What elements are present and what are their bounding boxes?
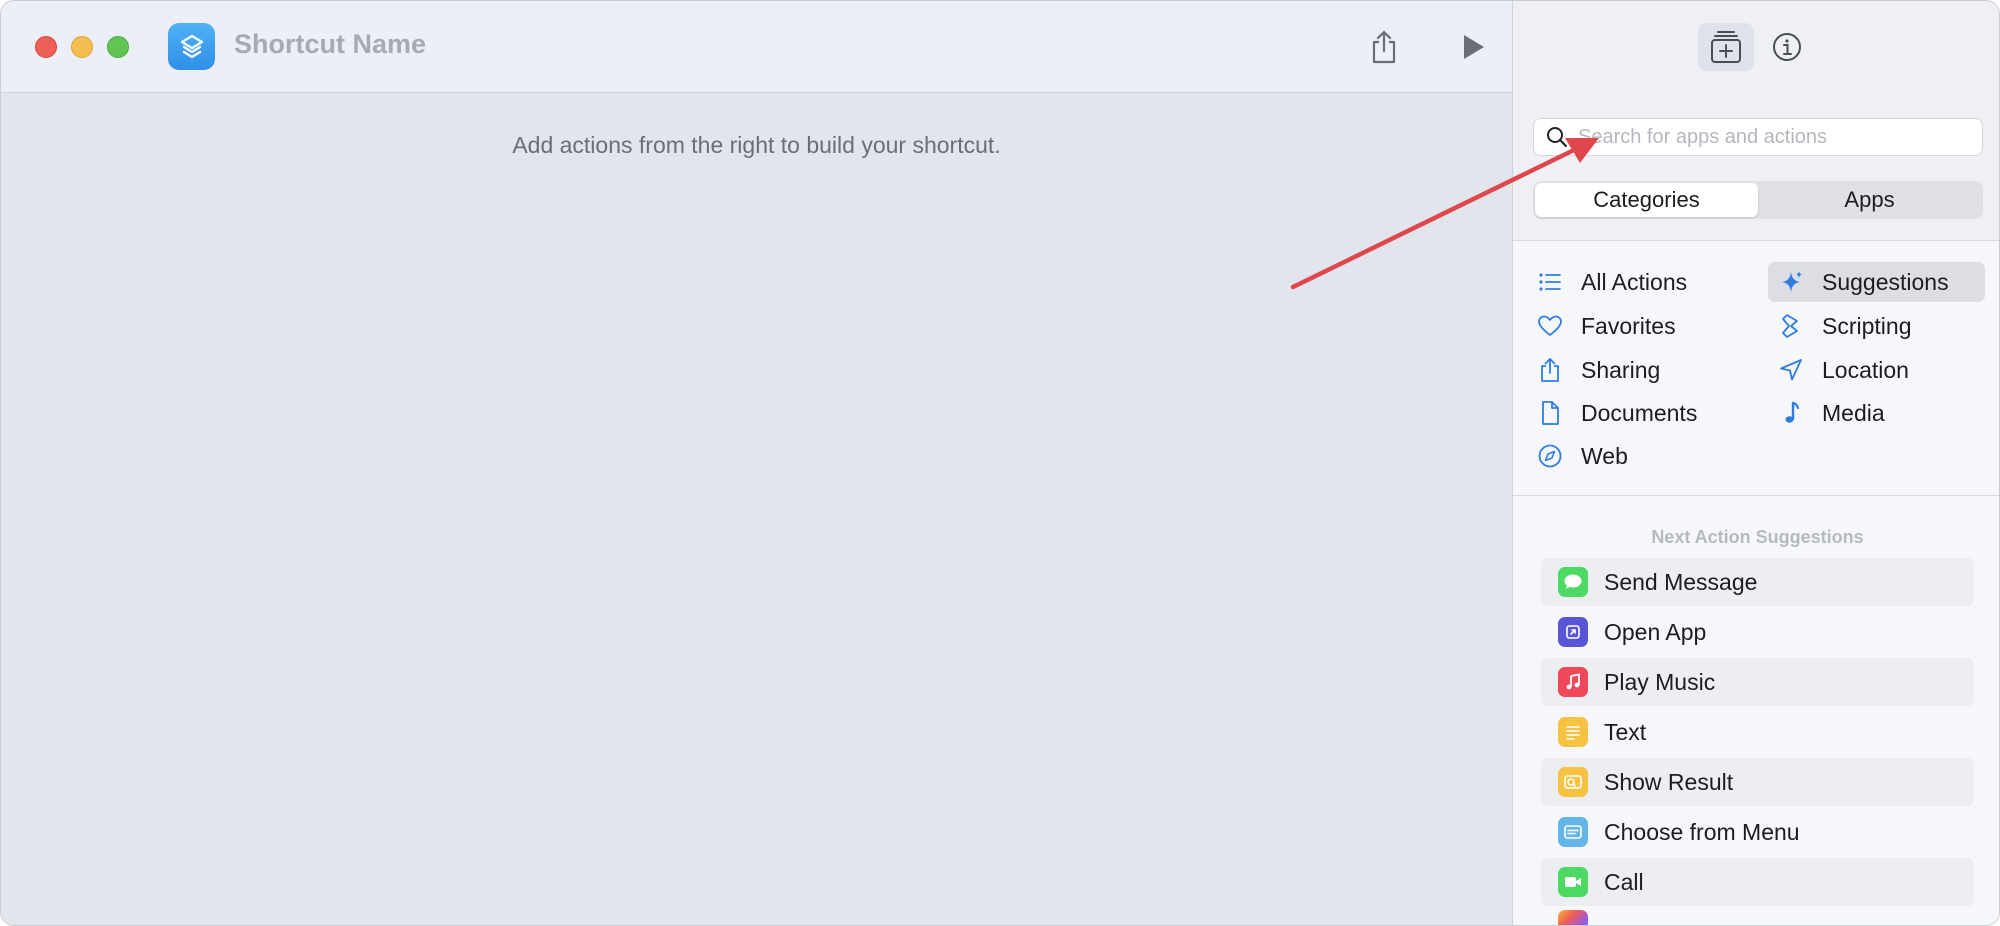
- category-scripting[interactable]: Scripting: [1768, 306, 1985, 346]
- info-icon: [1773, 33, 1801, 61]
- document-icon: [1542, 401, 1559, 425]
- suggestion-choose-from-menu[interactable]: Choose from Menu: [1541, 808, 1974, 856]
- titlebar: Shortcut Name: [1, 1, 1512, 93]
- run-button[interactable]: [1451, 25, 1495, 69]
- category-label: Favorites: [1581, 312, 1676, 339]
- suggestion-text[interactable]: Text: [1541, 708, 1974, 756]
- facetime-icon: [1558, 867, 1588, 897]
- search-field[interactable]: [1533, 118, 1983, 156]
- shortcuts-layers-icon: [180, 34, 203, 58]
- share-icon: [1372, 30, 1396, 64]
- suggestion-show-result[interactable]: Show Result: [1541, 758, 1974, 806]
- zoom-window-button[interactable]: [107, 36, 129, 58]
- suggestion-label: Open App: [1604, 618, 1707, 645]
- action-library-button[interactable]: [1698, 23, 1754, 71]
- suggestion-label: Call: [1604, 868, 1644, 895]
- segment-apps[interactable]: Apps: [1758, 183, 1981, 217]
- music-icon: [1558, 667, 1588, 697]
- share-button[interactable]: [1362, 25, 1406, 69]
- heart-icon: [1538, 315, 1562, 336]
- search-input[interactable]: [1578, 125, 1968, 149]
- sidebar-header: Categories Apps: [1513, 1, 1999, 241]
- sparkle-icon: [1782, 271, 1802, 292]
- suggestion-label: Send Message: [1604, 568, 1758, 595]
- action-library-icon: [1711, 31, 1741, 63]
- shortcut-icon[interactable]: [168, 23, 215, 70]
- category-label: All Actions: [1581, 268, 1688, 295]
- library-segmented-control: Categories Apps: [1533, 181, 1983, 219]
- minimize-window-button[interactable]: [71, 36, 93, 58]
- location-arrow-icon: [1780, 359, 1802, 381]
- shortcut-editor-canvas[interactable]: Add actions from the right to build your…: [1, 94, 1512, 925]
- show-result-icon: [1558, 767, 1588, 797]
- suggestions-header: Next Action Suggestions: [1651, 527, 1864, 547]
- category-label: Location: [1822, 356, 1909, 383]
- suggestion-send-message[interactable]: Send Message: [1541, 558, 1974, 606]
- category-media[interactable]: Media: [1768, 393, 1985, 433]
- shortcuts-window: Shortcut Name Add actions from the right…: [0, 0, 2000, 926]
- suggestion-label: Play Music: [1604, 668, 1716, 695]
- suggestion-label: Text: [1604, 718, 1647, 745]
- photos-icon: [1558, 910, 1588, 925]
- suggestion-label: Show Result: [1604, 768, 1734, 795]
- next-action-suggestions: Next Action Suggestions Send Message Ope…: [1513, 497, 1999, 925]
- messages-icon: [1558, 567, 1588, 597]
- text-icon: [1558, 717, 1588, 747]
- suggestion-next-partial[interactable]: [1541, 908, 1974, 925]
- category-label: Media: [1822, 399, 1885, 426]
- segment-categories[interactable]: Categories: [1535, 183, 1758, 217]
- category-label: Web: [1581, 442, 1628, 469]
- category-all-actions[interactable]: All Actions: [1527, 262, 1747, 302]
- category-label: Sharing: [1581, 356, 1661, 383]
- category-label: Documents: [1581, 399, 1698, 426]
- search-icon: [1547, 127, 1568, 148]
- menu-icon: [1558, 817, 1588, 847]
- suggestion-label: Choose from Menu: [1604, 818, 1800, 845]
- category-suggestions[interactable]: Suggestions: [1768, 262, 1985, 302]
- suggestion-open-app[interactable]: Open App: [1541, 608, 1974, 656]
- suggestion-call[interactable]: Call: [1541, 858, 1974, 906]
- category-favorites[interactable]: Favorites: [1527, 306, 1747, 346]
- open-app-icon: [1558, 617, 1588, 647]
- category-list: All Actions Suggestions Favorites Script…: [1513, 242, 1999, 496]
- share-icon: [1541, 358, 1559, 382]
- scripting-icon: [1782, 314, 1798, 338]
- close-window-button[interactable]: [35, 36, 57, 58]
- action-library-sidebar: Categories Apps All Actions Suggestions: [1512, 1, 1999, 925]
- category-web[interactable]: Web: [1527, 436, 1747, 476]
- play-icon: [1464, 35, 1484, 59]
- category-location[interactable]: Location: [1768, 350, 1985, 390]
- list-icon: [1539, 273, 1561, 291]
- category-label: Scripting: [1822, 312, 1912, 339]
- category-sharing[interactable]: Sharing: [1527, 350, 1747, 390]
- music-note-icon: [1785, 401, 1800, 423]
- suggestion-play-music[interactable]: Play Music: [1541, 658, 1974, 706]
- shortcut-name-field[interactable]: Shortcut Name: [234, 29, 426, 60]
- compass-icon: [1538, 444, 1562, 468]
- shortcut-details-button[interactable]: [1759, 23, 1815, 71]
- empty-editor-hint: Add actions from the right to build your…: [512, 132, 1001, 158]
- category-label: Suggestions: [1822, 268, 1949, 295]
- category-documents[interactable]: Documents: [1527, 393, 1747, 433]
